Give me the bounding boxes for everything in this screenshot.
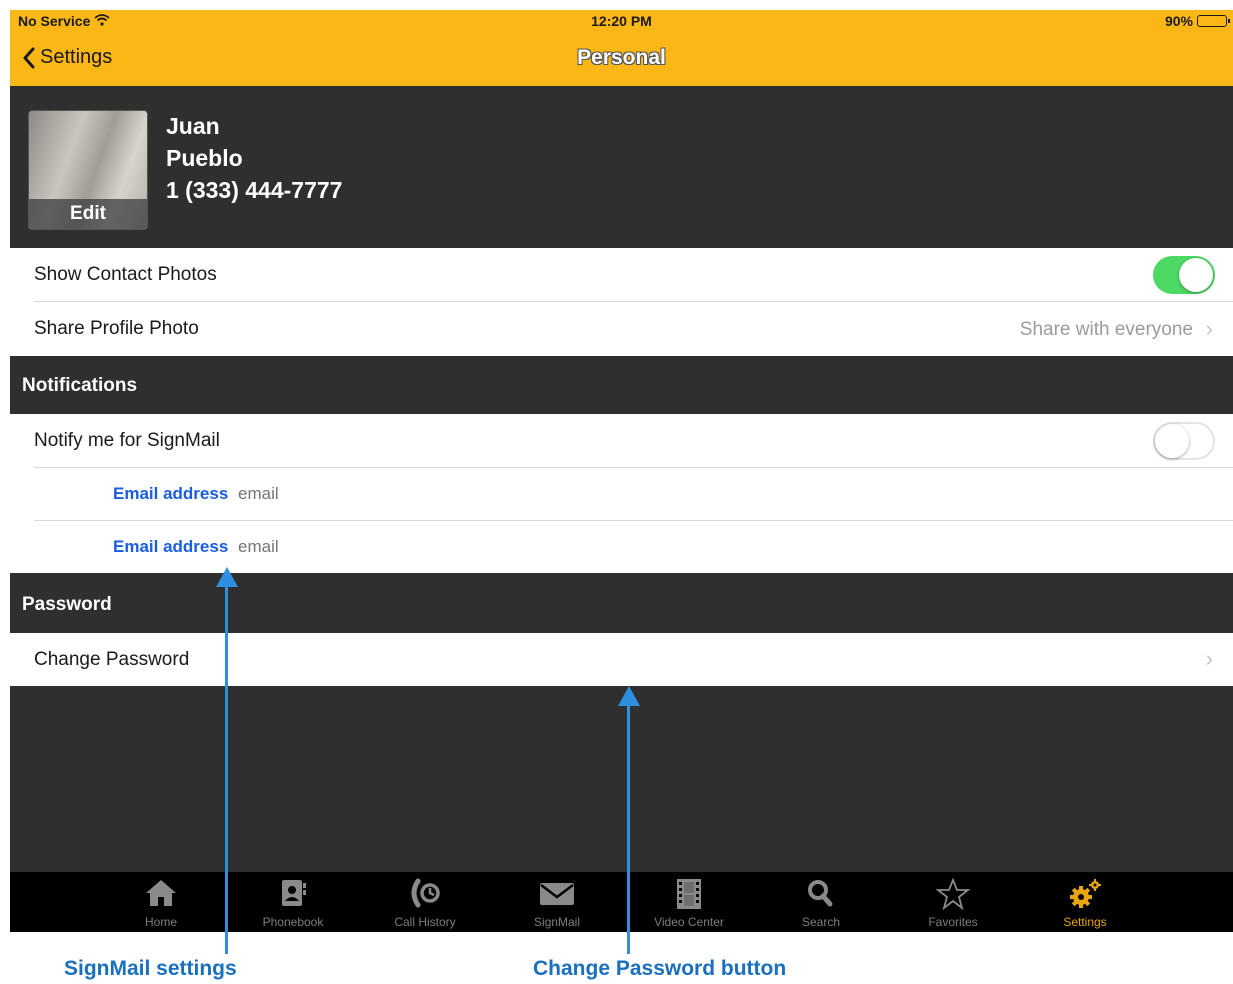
- home-icon: [146, 880, 176, 906]
- phone-number: 1 (333) 444-7777: [166, 177, 343, 203]
- change-password-label: Change Password: [34, 649, 190, 670]
- tab-settings[interactable]: Settings: [1030, 872, 1140, 932]
- chevron-right-icon: ›: [1205, 316, 1213, 341]
- change-password-row[interactable]: Change Password ›: [10, 633, 1233, 686]
- change-password-callout: Change Password button: [533, 957, 787, 980]
- tab-video-center[interactable]: Video Center: [634, 872, 744, 932]
- notify-signmail-label: Notify me for SignMail: [34, 430, 220, 451]
- email-input-2[interactable]: [238, 537, 538, 557]
- show-contact-photos-toggle[interactable]: [1153, 256, 1215, 294]
- phonebook-icon: [282, 880, 306, 906]
- chevron-right-icon: ›: [1205, 646, 1213, 671]
- notifications-section-header: Notifications: [10, 356, 1233, 414]
- tab-favorites[interactable]: Favorites: [898, 872, 1008, 932]
- gear-icon: [1070, 879, 1101, 908]
- password-section-header: Password: [10, 573, 1233, 633]
- notify-signmail-row: Notify me for SignMail: [10, 414, 1233, 468]
- page-title: Personal: [577, 46, 666, 69]
- star-icon: [935, 878, 971, 910]
- email-input-1[interactable]: [238, 484, 538, 504]
- password-callout-arrowhead: [618, 686, 640, 706]
- tab-phonebook[interactable]: Phonebook: [238, 872, 348, 932]
- email-label-1: Email address: [113, 484, 229, 503]
- profile-card: Edit Juan Pueblo 1 (333) 444-7777: [10, 86, 1233, 248]
- tab-search[interactable]: Search: [766, 872, 876, 932]
- tab-signmail[interactable]: SignMail: [502, 872, 612, 932]
- email-row-1: Email address: [10, 468, 1233, 521]
- first-name: Juan: [166, 113, 220, 139]
- call-history-icon: [411, 878, 440, 908]
- envelope-icon: [540, 883, 574, 905]
- password-header: Password: [22, 594, 112, 615]
- notifications-header: Notifications: [22, 375, 138, 396]
- signmail-settings-callout: SignMail settings: [64, 957, 237, 980]
- search-icon: [808, 880, 833, 907]
- show-contact-photos-row: Show Contact Photos: [10, 248, 1233, 302]
- tab-home[interactable]: Home: [106, 872, 216, 932]
- battery-status: 90%: [1165, 13, 1230, 29]
- share-profile-photo-label: Share Profile Photo: [34, 318, 199, 339]
- navigation-header: No Service 12:20 PM 90% Settings Persona…: [10, 10, 1233, 86]
- battery-icon: [1197, 15, 1230, 27]
- email-row-2: Email address: [10, 521, 1233, 573]
- app-screen: No Service 12:20 PM 90% Settings Persona…: [10, 10, 1233, 932]
- tab-bar: Home Phonebook Call History SignMail Vid…: [10, 872, 1233, 932]
- tab-call-history[interactable]: Call History: [370, 872, 480, 932]
- profile-photo[interactable]: Edit: [28, 110, 148, 230]
- show-contact-photos-label: Show Contact Photos: [34, 264, 217, 285]
- edit-photo-button[interactable]: Edit: [29, 199, 147, 229]
- share-profile-photo-value: Share with everyone: [1019, 319, 1193, 340]
- signmail-callout-arrowhead: [216, 567, 238, 587]
- clock: 12:20 PM: [591, 13, 652, 29]
- email-label-2: Email address: [113, 537, 229, 556]
- password-callout-arrow: [627, 702, 630, 954]
- notify-signmail-toggle[interactable]: [1153, 422, 1215, 460]
- share-profile-photo-row[interactable]: Share Profile Photo Share with everyone …: [10, 302, 1233, 356]
- signmail-callout-arrow: [225, 584, 228, 954]
- last-name: Pueblo: [166, 145, 243, 171]
- film-icon: [677, 879, 701, 909]
